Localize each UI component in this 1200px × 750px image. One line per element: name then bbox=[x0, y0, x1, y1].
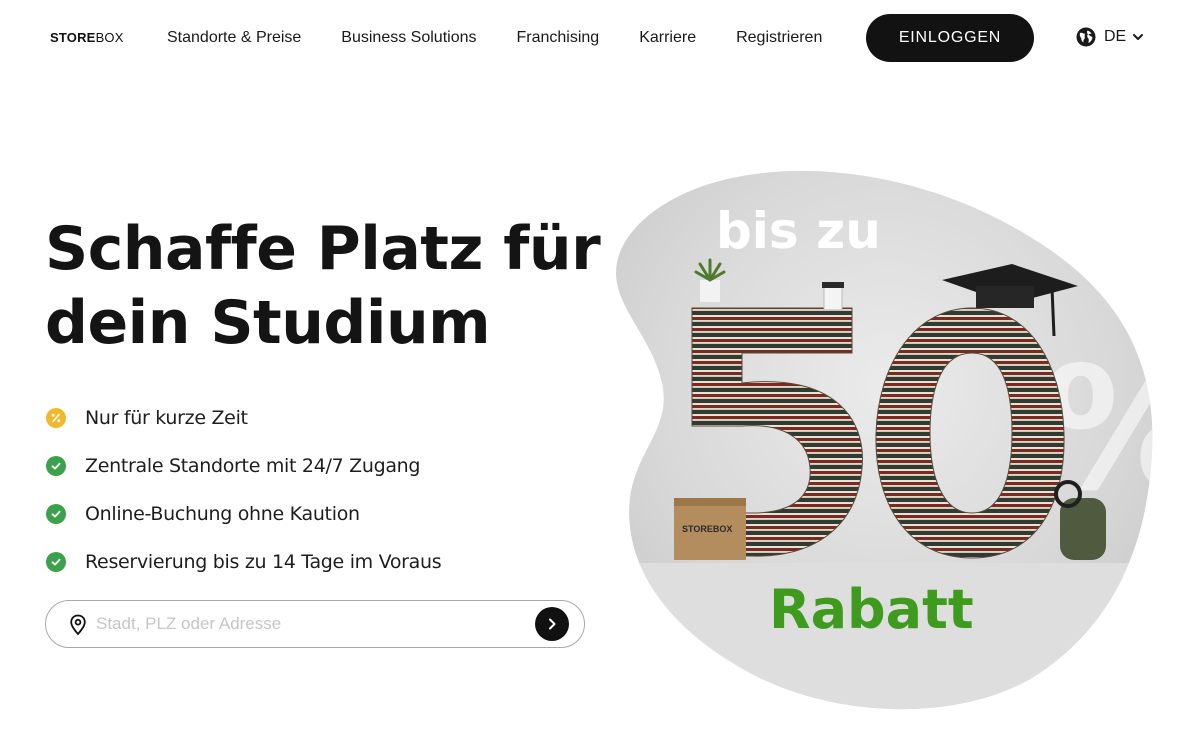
feature-text: Zentrale Standorte mit 24/7 Zugang bbox=[85, 455, 421, 477]
search-input[interactable] bbox=[96, 609, 526, 639]
title-line-1: Schaffe Platz für bbox=[45, 214, 601, 284]
storebox-logo[interactable]: STOREBOX bbox=[50, 30, 124, 45]
location-search bbox=[45, 600, 585, 648]
check-icon bbox=[46, 504, 66, 524]
check-icon bbox=[46, 456, 66, 476]
list-item: Nur für kurze Zeit bbox=[46, 394, 441, 442]
promo-image: % STOREBOX bis zu Rabatt bbox=[612, 168, 1160, 712]
promo-top-text: bis zu bbox=[716, 202, 881, 260]
login-button[interactable]: EINLOGGEN bbox=[866, 14, 1034, 62]
list-item: Reservierung bis zu 14 Tage im Voraus bbox=[46, 538, 442, 586]
language-code: DE bbox=[1104, 28, 1127, 45]
site-header: STOREBOX Standorte & Preise Business Sol… bbox=[0, 0, 1200, 76]
nav-franchising[interactable]: Franchising bbox=[516, 28, 599, 48]
location-pin-icon bbox=[70, 614, 86, 636]
search-submit-button[interactable] bbox=[535, 607, 569, 641]
chevron-down-icon bbox=[1133, 34, 1144, 40]
nav-business-solutions[interactable]: Business Solutions bbox=[341, 28, 476, 48]
box-label-text: STOREBOX bbox=[682, 524, 732, 534]
list-item: Online-Buchung ohne Kaution bbox=[46, 490, 441, 538]
chevron-right-icon bbox=[549, 618, 556, 630]
promo-bottom-text: Rabatt bbox=[769, 578, 974, 641]
feature-text: Reservierung bis zu 14 Tage im Voraus bbox=[85, 551, 442, 573]
percent-icon bbox=[46, 408, 66, 428]
feature-text: Online-Buchung ohne Kaution bbox=[85, 503, 360, 525]
page-title: Schaffe Platz für dein Studium bbox=[45, 212, 605, 360]
globe-icon bbox=[1076, 27, 1096, 47]
feature-list: Nur für kurze Zeit Zentrale Standorte mi… bbox=[46, 394, 442, 586]
main-nav: Standorte & Preise Business Solutions Fr… bbox=[167, 28, 862, 48]
promo-number-text: 50 bbox=[612, 168, 614, 169]
nav-standorte-preise[interactable]: Standorte & Preise bbox=[167, 28, 301, 48]
nav-karriere[interactable]: Karriere bbox=[639, 28, 696, 48]
title-line-2: dein Studium bbox=[45, 288, 491, 358]
nav-registrieren[interactable]: Registrieren bbox=[736, 28, 822, 48]
list-item: Zentrale Standorte mit 24/7 Zugang bbox=[46, 442, 441, 490]
feature-text: Nur für kurze Zeit bbox=[85, 407, 248, 429]
check-icon bbox=[46, 552, 66, 572]
language-selector[interactable]: DE bbox=[1076, 27, 1144, 47]
